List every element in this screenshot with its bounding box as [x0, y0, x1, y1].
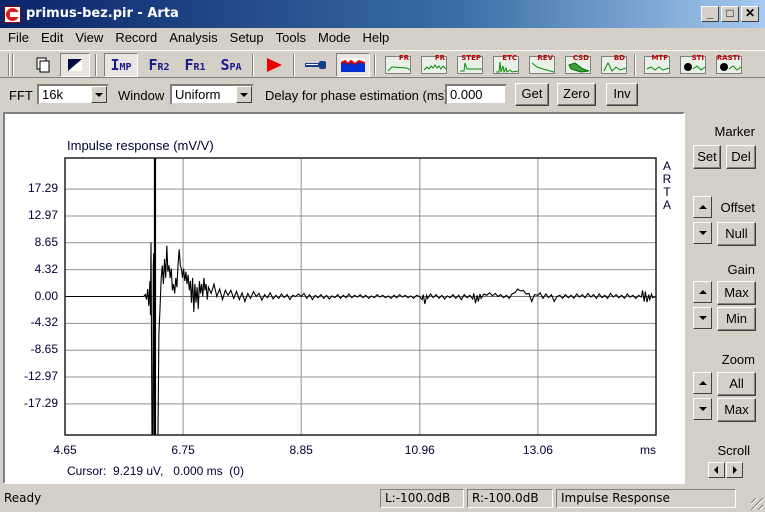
arta-brand-letter: A — [662, 198, 671, 212]
y-tick-label: -17.29 — [23, 395, 58, 410]
mode-indicator: Impulse Response — [556, 489, 736, 508]
impulse-series-line — [65, 242, 656, 435]
offset-null-button[interactable]: Null — [717, 222, 756, 246]
resize-grip-icon[interactable] — [751, 498, 763, 510]
x-tick-label: 8.85 — [289, 443, 313, 457]
scroll-left-button[interactable] — [708, 462, 725, 478]
marker-label: Marker — [714, 124, 755, 139]
x-tick-label: 13.06 — [522, 443, 553, 457]
y-tick-label: 12.97 — [27, 207, 58, 222]
zoom-all-button[interactable]: All — [717, 372, 756, 396]
gain-max-button[interactable]: Max — [717, 281, 756, 305]
y-tick-label: 0.00 — [34, 288, 58, 303]
scroll-label: Scroll — [717, 443, 750, 458]
x-tick-label: 4.65 — [53, 443, 77, 457]
cursor-readout: Cursor: 9.219 uV, 0.000 ms (0) — [67, 464, 244, 478]
status-bar: Ready L:-100.0dB R:-100.0dB Impulse Resp… — [0, 487, 765, 512]
right-level-indicator: R:-100.0dB — [467, 489, 553, 508]
offset-label: Offset — [720, 200, 755, 215]
gain-down-button[interactable] — [693, 307, 712, 329]
marker-set-button[interactable]: Set — [693, 145, 721, 169]
status-ready: Ready — [4, 491, 42, 505]
left-level-indicator: L:-100.0dB — [380, 489, 464, 508]
offset-up-button[interactable] — [693, 196, 712, 218]
y-tick-label: 17.29 — [27, 181, 58, 196]
y-tick-label: 4.32 — [34, 261, 58, 276]
x-axis-unit-label: ms — [640, 443, 656, 457]
offset-down-button[interactable] — [693, 222, 712, 244]
chart-title: Impulse response (mV/V) — [67, 138, 214, 153]
x-tick-label: 6.75 — [171, 443, 195, 457]
gain-label: Gain — [727, 262, 755, 277]
marker-delete-button[interactable]: Del — [726, 145, 756, 169]
y-tick-label: -8.65 — [30, 342, 58, 357]
impulse-response-chart[interactable] — [0, 0, 765, 512]
zoom-out-button[interactable] — [693, 398, 712, 420]
gain-min-button[interactable]: Min — [717, 307, 756, 331]
zoom-max-button[interactable]: Max — [717, 398, 756, 422]
gain-up-button[interactable] — [693, 281, 712, 303]
zoom-in-button[interactable] — [693, 372, 712, 394]
zoom-label: Zoom — [721, 352, 755, 367]
y-tick-label: -12.97 — [23, 369, 58, 384]
arta-brand-label: ARTA — [662, 160, 672, 212]
y-tick-label: -4.32 — [30, 315, 58, 330]
scroll-right-button[interactable] — [726, 462, 743, 478]
y-tick-label: 8.65 — [34, 234, 58, 249]
x-tick-label: 10.96 — [404, 443, 435, 457]
